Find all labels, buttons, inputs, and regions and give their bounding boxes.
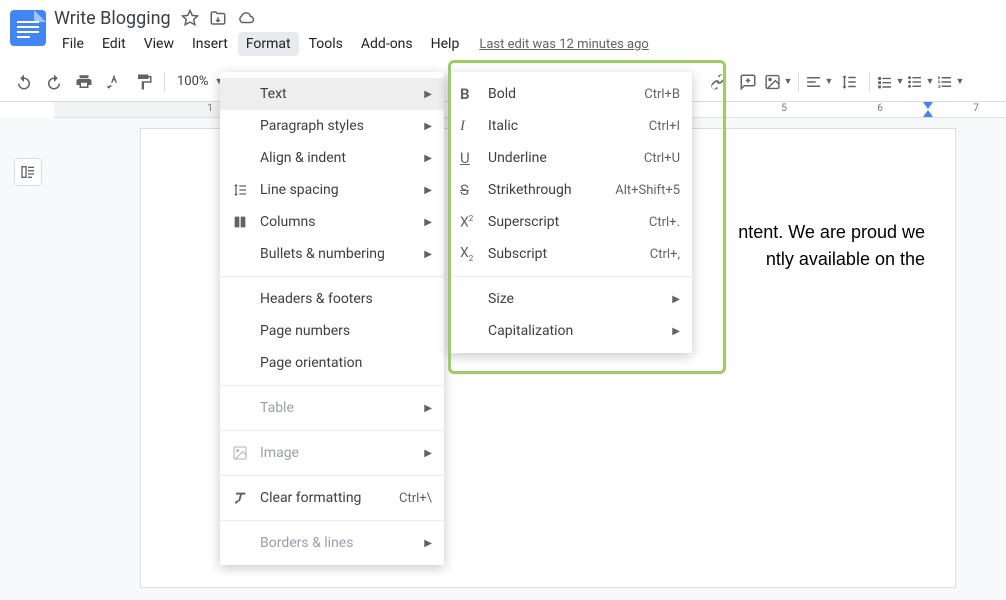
text-submenu-dropdown: B Bold Ctrl+B I Italic Ctrl+I U Underlin… (448, 72, 692, 353)
redo-button[interactable] (40, 68, 68, 96)
menubar: File Edit View Insert Format Tools Add-o… (54, 32, 649, 56)
document-title[interactable]: Write Blogging (54, 8, 171, 29)
star-icon[interactable] (181, 9, 199, 27)
menu-separator (220, 430, 444, 431)
clear-format-icon (232, 490, 260, 506)
menu-format[interactable]: Format (238, 32, 299, 56)
underline-icon: U (460, 149, 488, 167)
menu-file[interactable]: File (54, 32, 92, 56)
format-columns[interactable]: Columns▶ (220, 206, 444, 238)
format-page-numbers[interactable]: Page numbers (220, 315, 444, 347)
image-icon (232, 445, 260, 461)
text-bold[interactable]: B Bold Ctrl+B (448, 78, 692, 110)
numbered-list-button[interactable]: ▼ (936, 68, 964, 96)
toolbar-separator (869, 72, 870, 92)
format-align-indent[interactable]: Align & indent▶ (220, 142, 444, 174)
superscript-icon: X2 (460, 214, 488, 231)
format-bullets-numbering[interactable]: Bullets & numbering▶ (220, 238, 444, 270)
format-table: Table▶ (220, 392, 444, 424)
format-page-orientation[interactable]: Page orientation (220, 347, 444, 379)
italic-icon: I (460, 118, 488, 135)
move-icon[interactable] (209, 9, 227, 27)
toolbar-separator (798, 72, 799, 92)
subscript-icon: X2 (460, 245, 488, 263)
text-italic[interactable]: I Italic Ctrl+I (448, 110, 692, 142)
menu-addons[interactable]: Add-ons (353, 32, 421, 56)
format-clear-formatting[interactable]: Clear formatting Ctrl+\ (220, 482, 444, 514)
text-size[interactable]: Size▶ (448, 283, 692, 315)
line-spacing-button[interactable] (835, 68, 863, 96)
format-menu-dropdown: Text▶ Paragraph styles▶ Align & indent▶ … (220, 72, 444, 565)
menu-help[interactable]: Help (423, 32, 468, 56)
outline-toggle[interactable] (14, 158, 42, 186)
line-spacing-icon (232, 182, 260, 198)
docs-logo[interactable] (10, 10, 46, 46)
strikethrough-icon: S (460, 181, 488, 199)
format-headers-footers[interactable]: Headers & footers (220, 283, 444, 315)
paint-format-button[interactable] (130, 68, 158, 96)
align-button[interactable]: ▼ (805, 68, 833, 96)
print-button[interactable] (70, 68, 98, 96)
columns-icon (232, 214, 260, 230)
insert-link-button[interactable] (704, 68, 732, 96)
menu-edit[interactable]: Edit (94, 32, 134, 56)
text-underline[interactable]: U Underline Ctrl+U (448, 142, 692, 174)
text-strikethrough[interactable]: S Strikethrough Alt+Shift+5 (448, 174, 692, 206)
insert-image-button[interactable]: ▼ (764, 68, 792, 96)
text-superscript[interactable]: X2 Superscript Ctrl+. (448, 206, 692, 238)
bold-icon: B (460, 85, 488, 103)
menu-separator (448, 276, 692, 277)
add-comment-button[interactable] (734, 68, 762, 96)
menu-separator (220, 475, 444, 476)
cloud-status-icon[interactable] (237, 9, 255, 27)
format-paragraph-styles[interactable]: Paragraph styles▶ (220, 110, 444, 142)
checklist-button[interactable]: ▼ (876, 68, 904, 96)
text-capitalization[interactable]: Capitalization▶ (448, 315, 692, 347)
menu-separator (220, 385, 444, 386)
format-text[interactable]: Text▶ (220, 78, 444, 110)
menu-insert[interactable]: Insert (184, 32, 236, 56)
menu-separator (220, 276, 444, 277)
menu-view[interactable]: View (136, 32, 182, 56)
bulleted-list-button[interactable]: ▼ (906, 68, 934, 96)
format-borders-lines: Borders & lines▶ (220, 527, 444, 559)
menu-tools[interactable]: Tools (301, 32, 351, 56)
menu-separator (220, 520, 444, 521)
format-image: Image▶ (220, 437, 444, 469)
last-edit-link[interactable]: Last edit was 12 minutes ago (479, 37, 649, 52)
toolbar-separator (164, 72, 165, 92)
format-line-spacing[interactable]: Line spacing▶ (220, 174, 444, 206)
spellcheck-button[interactable] (100, 68, 128, 96)
undo-button[interactable] (10, 68, 38, 96)
text-subscript[interactable]: X2 Subscript Ctrl+, (448, 238, 692, 270)
